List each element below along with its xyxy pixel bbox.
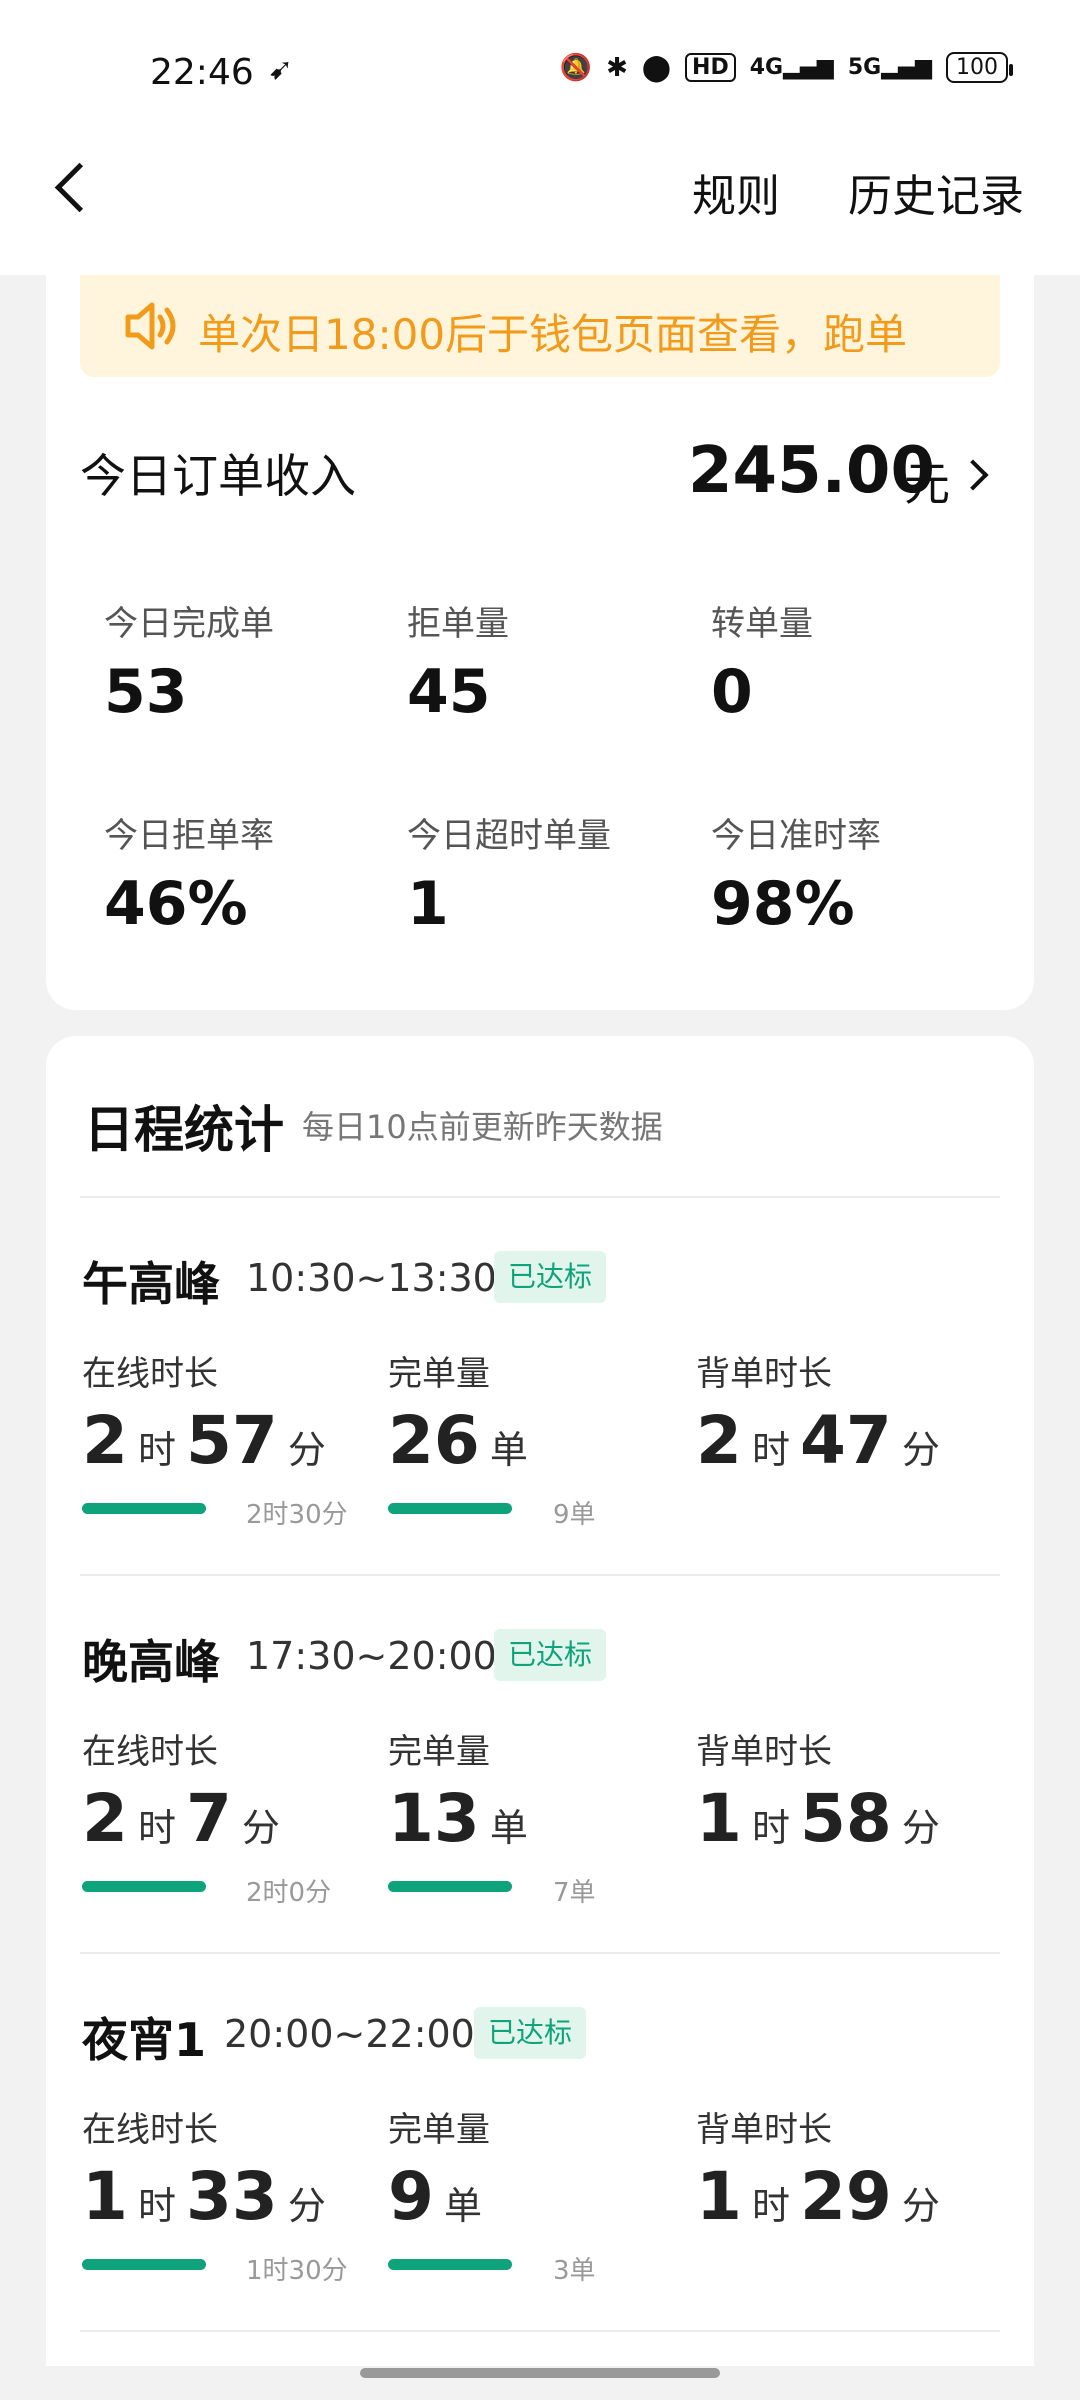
online-label: 在线时长 bbox=[82, 1732, 218, 1772]
stat-value: 53 bbox=[104, 657, 188, 727]
online-duration: 1 时 33 分 bbox=[82, 2158, 326, 2235]
location-icon: ⬤ bbox=[641, 52, 672, 83]
divider bbox=[80, 1196, 1000, 1198]
orders-label: 完单量 bbox=[388, 1732, 490, 1772]
stat-label: 拒单量 bbox=[407, 604, 509, 644]
back-duration: 1 时 29 分 bbox=[696, 2158, 940, 2235]
back-label: 背单时长 bbox=[696, 1732, 832, 1772]
divider bbox=[80, 1574, 1000, 1576]
divider bbox=[80, 1952, 1000, 1954]
online-label: 在线时长 bbox=[82, 1354, 218, 1394]
stat-overtime: 今日超时单量 1 bbox=[407, 808, 707, 939]
income-unit[interactable]: 元 bbox=[904, 448, 950, 514]
battery-icon: 100 bbox=[946, 52, 1013, 83]
period-time: 20:00~22:00 bbox=[224, 2012, 475, 2056]
status-time: 22:46 bbox=[150, 52, 254, 93]
orders-label: 完单量 bbox=[388, 2110, 490, 2150]
status-badge: 已达标 bbox=[474, 2007, 587, 2059]
divider bbox=[80, 2330, 1000, 2332]
status-badge: 已达标 bbox=[494, 1251, 607, 1303]
online-target: 2时30分 bbox=[246, 1500, 348, 1530]
stat-value: 46% bbox=[104, 869, 248, 939]
schedule-title: 日程统计 bbox=[84, 1101, 284, 1159]
orders-target: 3单 bbox=[553, 2256, 596, 2286]
stat-label: 转单量 bbox=[711, 604, 813, 644]
stat-value: 1 bbox=[407, 869, 449, 939]
status-badge: 已达标 bbox=[494, 1629, 607, 1681]
notice-banner[interactable]: 单次日18:00后于钱包页面查看，跑单 bbox=[80, 275, 1000, 377]
orders-progress-bar bbox=[388, 1503, 512, 1514]
period-name: 夜宵1 bbox=[82, 2013, 207, 2067]
stat-label: 今日准时率 bbox=[711, 816, 881, 856]
orders-progress-bar bbox=[388, 1881, 512, 1892]
mute-icon: 🔕 bbox=[559, 52, 593, 83]
orders-count: 26 单 bbox=[388, 1402, 528, 1479]
income-label: 今日订单收入 bbox=[80, 449, 356, 503]
stat-completed: 今日完成单 53 bbox=[104, 596, 404, 727]
period-name: 午高峰 bbox=[82, 1257, 220, 1311]
home-indicator[interactable] bbox=[360, 2368, 720, 2378]
stat-reject-rate: 今日拒单率 46% bbox=[104, 808, 404, 939]
back-label: 背单时长 bbox=[696, 1354, 832, 1394]
rules-link[interactable]: 规则 bbox=[692, 160, 780, 224]
stat-value: 0 bbox=[711, 657, 753, 727]
online-progress-bar bbox=[82, 2259, 206, 2270]
period-time: 10:30~13:30 bbox=[246, 1256, 497, 1300]
orders-target: 7单 bbox=[553, 1878, 596, 1908]
stat-transferred: 转单量 0 bbox=[711, 596, 1011, 727]
status-bar: 22:46 ➹ 🔕 ✱ ⬤ HD 4G▂▄▆ 5G▂▄▆ 100 bbox=[0, 0, 1080, 140]
online-progress-bar bbox=[82, 1881, 206, 1892]
back-button[interactable] bbox=[44, 148, 104, 228]
orders-count: 9单 bbox=[388, 2158, 482, 2235]
stat-rejected: 拒单量 45 bbox=[407, 596, 707, 727]
orders-progress-bar bbox=[388, 2259, 512, 2270]
orders-target: 9单 bbox=[553, 1500, 596, 1530]
online-target: 1时30分 bbox=[246, 2256, 348, 2286]
schedule-subtitle: 每日10点前更新昨天数据 bbox=[302, 1108, 663, 1146]
bluetooth-icon: ✱ bbox=[606, 52, 628, 83]
income-value[interactable]: 245.00 bbox=[688, 434, 935, 508]
stat-label: 今日超时单量 bbox=[407, 816, 611, 856]
stat-label: 今日拒单率 bbox=[104, 816, 274, 856]
online-target: 2时0分 bbox=[246, 1878, 332, 1908]
signal-5g-icon: 5G▂▄▆ bbox=[847, 55, 932, 80]
hd-icon: HD bbox=[685, 53, 736, 82]
orders-label: 完单量 bbox=[388, 1354, 490, 1394]
stat-value: 45 bbox=[407, 657, 491, 727]
online-progress-bar bbox=[82, 1503, 206, 1514]
speaker-icon bbox=[125, 302, 176, 350]
status-icons: 🔕 ✱ ⬤ HD 4G▂▄▆ 5G▂▄▆ 100 bbox=[559, 52, 1013, 83]
stat-value: 98% bbox=[711, 869, 855, 939]
period-time: 17:30~20:00 bbox=[246, 1634, 497, 1678]
back-duration: 1 时 58 分 bbox=[696, 1780, 940, 1857]
signal-4g-icon: 4G▂▄▆ bbox=[749, 55, 834, 80]
online-duration: 2 时 57 分 bbox=[82, 1402, 326, 1479]
back-duration: 2 时 47 分 bbox=[696, 1402, 940, 1479]
online-duration: 2时7分 bbox=[82, 1780, 280, 1857]
notice-text: 单次日18:00后于钱包页面查看，跑单 bbox=[198, 310, 908, 359]
history-link[interactable]: 历史记录 bbox=[848, 160, 1024, 224]
navigation-icon: ➹ bbox=[268, 52, 294, 87]
back-label: 背单时长 bbox=[696, 2110, 832, 2150]
chevron-right-icon[interactable] bbox=[960, 458, 990, 488]
stat-ontime-rate: 今日准时率 98% bbox=[711, 808, 1011, 939]
online-label: 在线时长 bbox=[82, 2110, 218, 2150]
period-name: 晚高峰 bbox=[82, 1635, 220, 1689]
stat-label: 今日完成单 bbox=[104, 604, 274, 644]
orders-count: 13 单 bbox=[388, 1780, 528, 1857]
